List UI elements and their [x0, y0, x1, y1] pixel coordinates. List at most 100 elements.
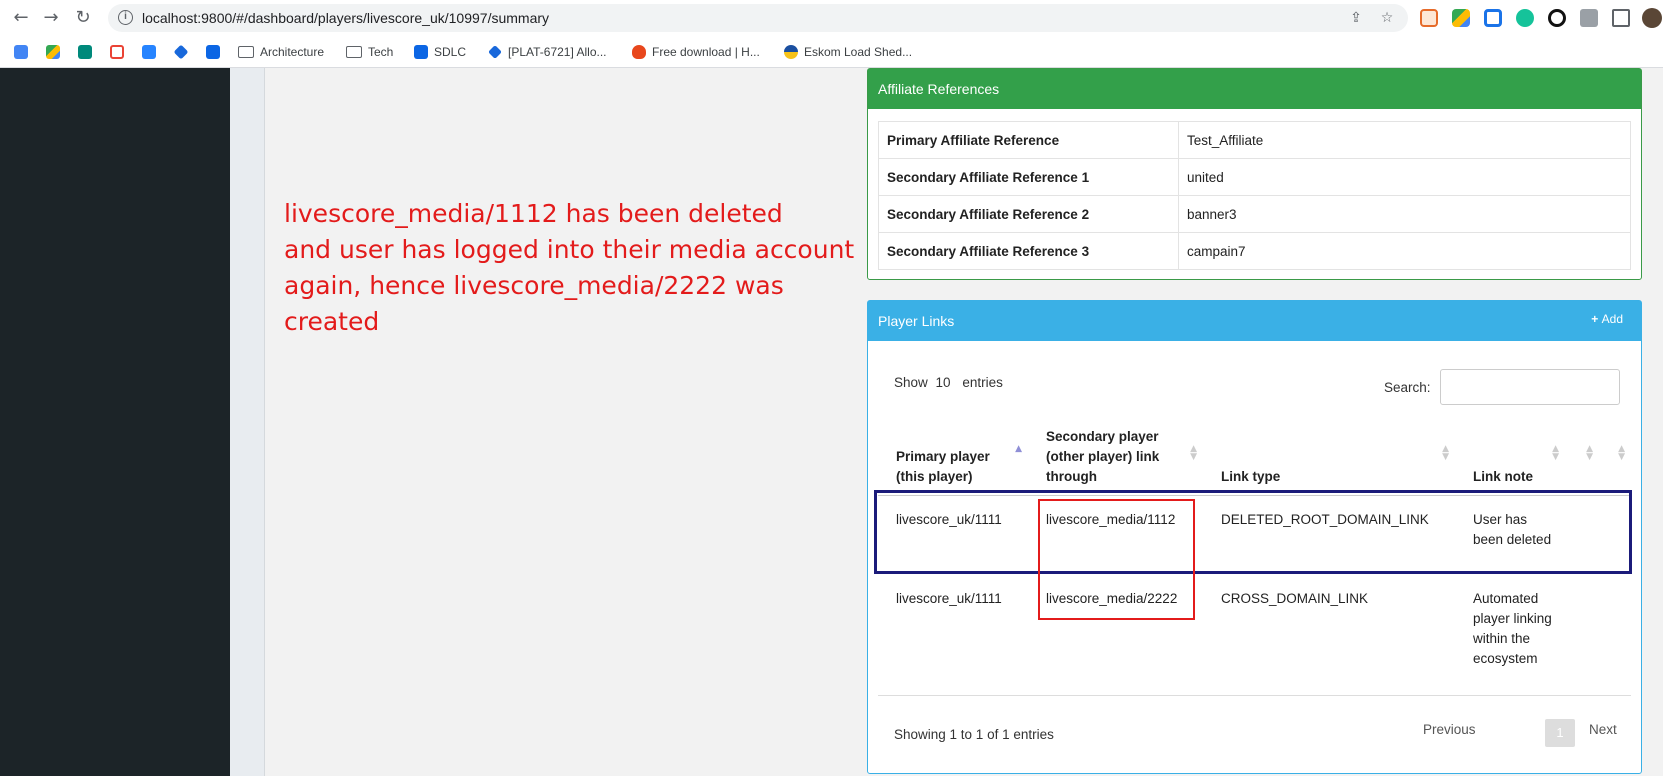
- bookmark-label: [PLAT-6721] Allo...: [508, 45, 607, 59]
- column-label: Secondary player (other player) link thr…: [1046, 428, 1160, 484]
- jira-diamond-icon[interactable]: [173, 42, 189, 62]
- bookmark-tech[interactable]: Tech: [346, 42, 393, 62]
- affiliate-key: Secondary Affiliate Reference 2: [878, 195, 1179, 233]
- gmail-icon[interactable]: [110, 42, 124, 62]
- sort-icon: ▲ ▼: [1442, 444, 1449, 462]
- player-links-title: Player Links: [878, 313, 955, 329]
- column-label: Primary player (this player): [896, 448, 990, 484]
- address-bar[interactable]: i localhost:9800/#/dashboard/players/liv…: [108, 4, 1408, 32]
- table-row: livescore_uk/1111 livescore_media/2222 C…: [878, 575, 1631, 693]
- confluence-icon[interactable]: [206, 42, 220, 62]
- table-row: Secondary Affiliate Reference 3 campain7: [878, 232, 1631, 270]
- screen-record-extension-icon[interactable]: [1484, 9, 1502, 27]
- affiliate-references-table: Primary Affiliate Reference Test_Affilia…: [878, 121, 1631, 270]
- table-row: Secondary Affiliate Reference 1 united: [878, 158, 1631, 196]
- cell-link-note: Automated player linking within the ecos…: [1473, 591, 1552, 666]
- table-footer-divider: [878, 695, 1631, 696]
- side-panel-icon[interactable]: [1612, 9, 1630, 27]
- column-header-action-2[interactable]: ▲ ▼: [1599, 411, 1631, 496]
- table-row: Primary Affiliate Reference Test_Affilia…: [878, 121, 1631, 159]
- previous-page-button[interactable]: Previous: [1423, 722, 1476, 737]
- browser-toolbar: ← → ↻ i localhost:9800/#/dashboard/playe…: [0, 0, 1663, 36]
- affiliate-key: Secondary Affiliate Reference 3: [878, 232, 1179, 270]
- google-meet-icon[interactable]: [78, 42, 92, 62]
- length-suffix: entries: [962, 375, 1003, 390]
- jira-software-icon[interactable]: [142, 42, 156, 62]
- bookmark-star-icon[interactable]: ☆: [1379, 10, 1395, 26]
- page-number-button[interactable]: 1: [1545, 719, 1575, 747]
- player-links-header: Player Links + Add: [868, 301, 1641, 341]
- bookmark-label: Architecture: [260, 45, 325, 59]
- search-input[interactable]: [1440, 369, 1620, 405]
- share-icon[interactable]: ⇪: [1348, 10, 1364, 26]
- column-header-action-1[interactable]: ▲ ▼: [1565, 411, 1599, 496]
- site-info-icon[interactable]: i: [118, 10, 133, 25]
- affiliate-value: united: [1178, 158, 1631, 196]
- column-label: Link type: [1221, 468, 1281, 484]
- cell-empty: [1565, 575, 1599, 693]
- column-header-link-type[interactable]: Link type ▲ ▼: [1203, 411, 1455, 496]
- sync-extension-icon[interactable]: [1548, 9, 1566, 27]
- profile-avatar[interactable]: [1642, 8, 1662, 28]
- browser-chrome: ← → ↻ i localhost:9800/#/dashboard/playe…: [0, 0, 1663, 68]
- bookmark-label: SDLC: [434, 45, 467, 59]
- eskom-icon: [784, 45, 798, 59]
- bookmark-label: Tech: [368, 45, 394, 59]
- entries-length-control: Show 10 entries: [894, 375, 1003, 390]
- folder-icon: [238, 46, 254, 58]
- address-url[interactable]: localhost:9800/#/dashboard/players/lives…: [142, 10, 549, 26]
- table-info: Showing 1 to 1 of 1 entries: [894, 727, 1054, 742]
- plus-icon: +: [1591, 312, 1602, 326]
- search-label: Search:: [1384, 380, 1431, 395]
- bookmark-sdlc[interactable]: SDLC: [414, 42, 466, 62]
- table-header-row: Primary player (this player) ▲ Secondary …: [878, 411, 1631, 496]
- sort-icon: ▲ ▼: [1618, 444, 1625, 462]
- back-arrow-icon[interactable]: ←: [8, 5, 34, 31]
- affiliate-value: Test_Affiliate: [1178, 121, 1631, 159]
- bookmark-architecture[interactable]: Architecture: [238, 42, 324, 62]
- google-calendar-icon[interactable]: [14, 42, 28, 62]
- annotation-line-2: and user has logged into their media acc…: [284, 235, 855, 264]
- sidebar-gutter: [230, 68, 265, 776]
- bookmark-free-download[interactable]: Free download | H...: [632, 42, 760, 62]
- affiliate-references-panel: Affiliate References Primary Affiliate R…: [867, 68, 1642, 280]
- next-page-button[interactable]: Next: [1589, 722, 1617, 737]
- google-drive-icon[interactable]: [46, 42, 60, 62]
- reload-icon[interactable]: ↻: [70, 5, 96, 31]
- column-header-link-note[interactable]: Link note ▲ ▼: [1455, 411, 1565, 496]
- bookmark-label: Eskom Load Shed...: [804, 45, 913, 59]
- column-header-primary[interactable]: Primary player (this player) ▲: [878, 411, 1028, 496]
- column-header-secondary[interactable]: Secondary player (other player) link thr…: [1028, 411, 1203, 496]
- bookmarks-bar: Architecture Tech SDLC [PLAT-6721] Allo.…: [0, 38, 1663, 66]
- sort-asc-icon: ▲: [1015, 444, 1022, 454]
- google-drive-extension-icon[interactable]: [1452, 9, 1470, 27]
- affiliate-key: Primary Affiliate Reference: [878, 121, 1179, 159]
- highlight-box-blue: [874, 490, 1632, 574]
- column-label: Link note: [1473, 468, 1533, 484]
- confluence-icon: [414, 45, 428, 59]
- affiliate-value: campain7: [1178, 232, 1631, 270]
- grammarly-extension-icon[interactable]: [1516, 9, 1534, 27]
- add-link-label: Add: [1601, 312, 1623, 326]
- bookmark-plat-6721[interactable]: [PLAT-6721] Allo...: [488, 42, 607, 62]
- affiliate-references-title: Affiliate References: [868, 69, 1641, 109]
- length-prefix: Show: [894, 375, 928, 390]
- sort-icon: ▲ ▼: [1552, 444, 1559, 462]
- affiliate-value: banner3: [1178, 195, 1631, 233]
- extensions-puzzle-icon[interactable]: [1580, 9, 1598, 27]
- affiliate-key: Secondary Affiliate Reference 1: [878, 158, 1179, 196]
- bookmark-eskom[interactable]: Eskom Load Shed...: [784, 42, 912, 62]
- annotation-note: livescore_media/1112 has been deleted an…: [284, 196, 874, 340]
- extension-w-icon[interactable]: [1420, 9, 1438, 27]
- add-link-button[interactable]: + Add: [1591, 312, 1623, 326]
- sort-icon: ▲ ▼: [1190, 444, 1197, 462]
- cell-primary: livescore_uk/1111: [896, 591, 1002, 606]
- highlight-box-red: [1038, 499, 1195, 620]
- folder-icon: [346, 46, 362, 58]
- entries-per-page-select[interactable]: 10: [936, 375, 951, 390]
- forward-arrow-icon[interactable]: →: [38, 5, 64, 31]
- cell-empty: [1599, 575, 1631, 693]
- flame-icon: [632, 45, 646, 59]
- annotation-line-1: livescore_media/1112 has been deleted: [284, 199, 783, 228]
- annotation-line-3: again, hence livescore_media/2222 was cr…: [284, 271, 784, 336]
